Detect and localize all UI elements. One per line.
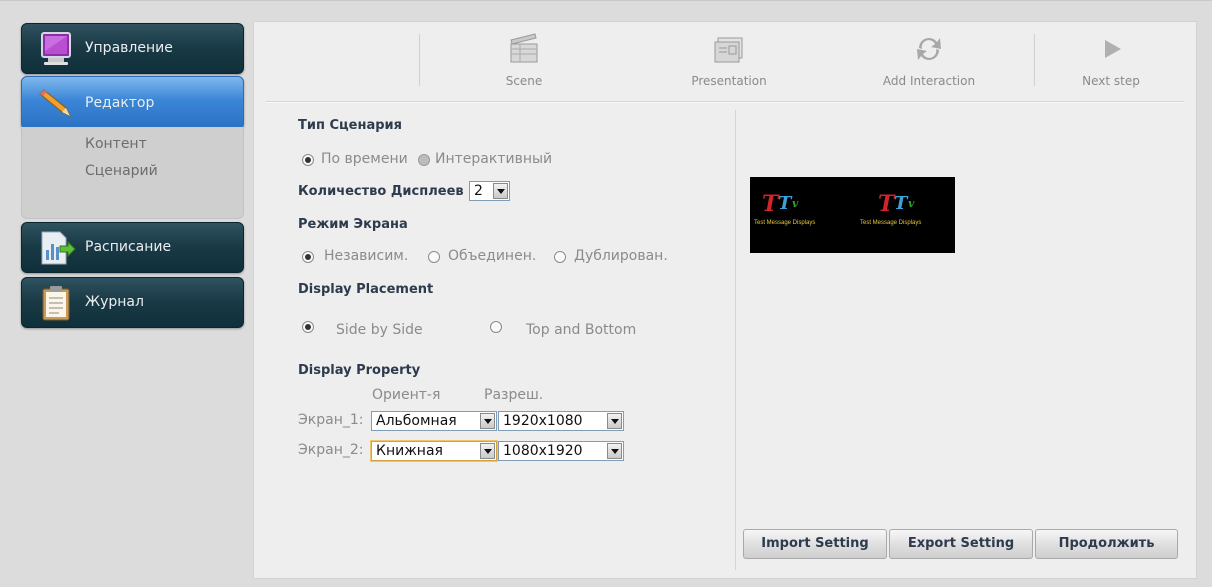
preview-logo-letter: T bbox=[762, 191, 779, 217]
schedule-chart-icon bbox=[41, 231, 76, 265]
sidebar-item-label: Управление bbox=[85, 40, 173, 56]
main-panel: Scene Presentation Add Interaction Next … bbox=[253, 21, 1197, 579]
chevron-down-icon bbox=[607, 443, 622, 459]
screen-1-orientation-value: Альбомная bbox=[376, 413, 457, 429]
app-window: Управление Редактор Контент Сценарий Рас… bbox=[0, 0, 1212, 587]
chevron-down-icon bbox=[480, 443, 495, 459]
clipboard-icon bbox=[42, 286, 70, 321]
screen-2-label: Экран_2: bbox=[298, 442, 364, 458]
chevron-down-icon bbox=[607, 413, 622, 429]
pencil-icon bbox=[39, 89, 72, 118]
editor-submenu: Контент Сценарий bbox=[21, 127, 244, 219]
preview-logo-letter: T bbox=[894, 193, 908, 214]
screen-mode-heading: Режим Экрана bbox=[298, 217, 408, 232]
screen-1-label: Экран_1: bbox=[298, 412, 364, 428]
display-placement-heading: Display Placement bbox=[298, 282, 434, 297]
monitor-icon bbox=[41, 32, 71, 65]
display-property-heading: Display Property bbox=[298, 363, 421, 378]
placement-top-bottom-label: Top and Bottom bbox=[526, 322, 637, 338]
preview-logo-caption: Test Message Displays bbox=[860, 220, 922, 226]
screen-1-resolution-select[interactable]: 1920x1080 bbox=[498, 411, 624, 431]
orientation-column-header: Ориент-я bbox=[372, 387, 441, 403]
play-arrow-icon bbox=[1105, 40, 1121, 58]
scenario-time-label: По времени bbox=[321, 151, 408, 167]
scenario-interactive-label: Интерактивный bbox=[435, 151, 553, 167]
toolbar-divider bbox=[266, 101, 1184, 103]
mode-combined-radio[interactable] bbox=[428, 251, 440, 263]
toolbar-separator bbox=[419, 34, 420, 86]
mode-independent-label: Независим. bbox=[324, 248, 409, 264]
sidebar-item-label: Редактор bbox=[85, 95, 155, 111]
screen-1-resolution-value: 1920x1080 bbox=[503, 413, 583, 429]
sidebar-item-label: Расписание bbox=[85, 239, 172, 255]
toolbar-label: Presentation bbox=[691, 74, 767, 88]
export-setting-button[interactable]: Export Setting bbox=[889, 529, 1033, 559]
preview-logo-letter: T bbox=[878, 191, 895, 217]
toolbar-label: Add Interaction bbox=[882, 74, 976, 88]
submenu-item-content[interactable]: Контент bbox=[85, 136, 147, 152]
scenario-type-heading: Тип Сценария bbox=[298, 118, 402, 133]
toolbar-presentation-button[interactable]: Presentation bbox=[684, 32, 774, 94]
mode-duplicated-label: Дублирован. bbox=[574, 248, 668, 264]
toolbar-label: Scene bbox=[505, 74, 543, 88]
sidebar-item-journal[interactable]: Журнал bbox=[21, 277, 244, 328]
mode-duplicated-radio[interactable] bbox=[554, 251, 566, 263]
toolbar-scene-button[interactable]: Scene bbox=[494, 32, 554, 94]
toolbar-separator bbox=[1034, 34, 1035, 86]
submenu-item-scenario[interactable]: Сценарий bbox=[85, 163, 158, 179]
continue-button[interactable]: Продолжить bbox=[1035, 529, 1178, 559]
preview-logo-letter: v bbox=[792, 197, 799, 210]
screen-1-orientation-select[interactable]: Альбомная bbox=[371, 411, 497, 431]
chevron-down-icon bbox=[480, 413, 495, 429]
import-setting-button[interactable]: Import Setting bbox=[743, 529, 887, 559]
scenario-interactive-radio[interactable] bbox=[418, 154, 430, 166]
sidebar-item-management[interactable]: Управление bbox=[21, 23, 244, 74]
displays-count-label: Количество Дисплеев bbox=[298, 184, 464, 199]
placement-side-radio[interactable] bbox=[302, 321, 314, 333]
toolbar-next-step-button[interactable]: Next step bbox=[1076, 32, 1146, 94]
screen-2-resolution-select[interactable]: 1080x1920 bbox=[498, 441, 624, 461]
clapperboard-icon bbox=[510, 33, 538, 63]
panel-divider bbox=[735, 110, 736, 570]
resolution-column-header: Разреш. bbox=[484, 387, 544, 403]
displays-count-value: 2 bbox=[474, 183, 483, 199]
preview-logo-letter: T bbox=[778, 193, 792, 214]
sidebar-item-label: Журнал bbox=[85, 294, 144, 310]
mode-combined-label: Объединен. bbox=[448, 248, 537, 264]
toolbar-add-interaction-button[interactable]: Add Interaction bbox=[874, 32, 984, 94]
chevron-down-icon bbox=[493, 183, 508, 199]
preview-screen-2: T T v Test Message Displays bbox=[852, 191, 952, 241]
displays-count-select[interactable]: 2 bbox=[469, 181, 510, 201]
toolbar-label: Next step bbox=[1082, 74, 1140, 88]
placement-side-label: Side by Side bbox=[336, 322, 423, 338]
preview-logo-caption: Test Message Displays bbox=[754, 220, 816, 226]
display-preview: T T v Test Message Displays T T v Test M… bbox=[750, 177, 955, 253]
presentation-icon bbox=[714, 37, 743, 63]
scenario-time-radio[interactable] bbox=[302, 154, 314, 166]
sidebar-item-editor[interactable]: Редактор bbox=[21, 76, 244, 130]
screen-2-resolution-value: 1080x1920 bbox=[503, 443, 583, 459]
sidebar-item-schedule[interactable]: Расписание bbox=[21, 222, 244, 273]
placement-top-bottom-radio[interactable] bbox=[490, 321, 502, 333]
screen-2-orientation-value: Книжная bbox=[376, 443, 443, 459]
refresh-arrows-icon bbox=[917, 37, 941, 60]
preview-screen-1: T T v Test Message Displays bbox=[754, 191, 854, 241]
screen-2-orientation-select[interactable]: Книжная bbox=[371, 441, 497, 461]
preview-logo-letter: v bbox=[908, 197, 915, 210]
mode-independent-radio[interactable] bbox=[302, 251, 314, 263]
